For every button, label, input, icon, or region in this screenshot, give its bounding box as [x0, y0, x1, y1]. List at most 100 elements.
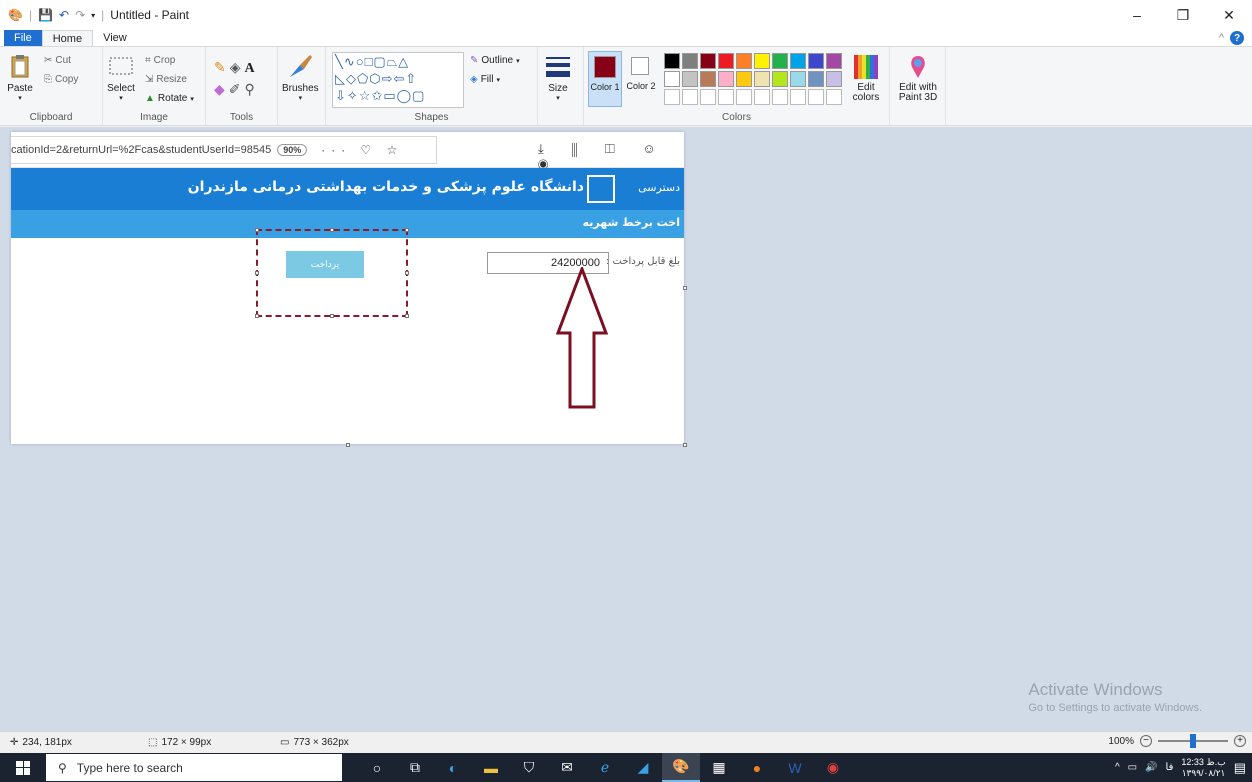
palette-swatch-empty[interactable]: [700, 89, 716, 105]
selection-rectangle[interactable]: [255, 228, 409, 318]
fill-bucket-icon[interactable]: ◈: [230, 59, 245, 75]
palette-swatch[interactable]: [826, 53, 842, 69]
start-button[interactable]: [0, 753, 46, 782]
cut-button[interactable]: ✂ Cut: [44, 55, 71, 66]
color2-button[interactable]: Color 2: [626, 51, 656, 107]
collapse-ribbon-icon[interactable]: ^: [1219, 32, 1224, 44]
minimize-button[interactable]: –: [1114, 0, 1160, 30]
palette-swatch-empty[interactable]: [754, 89, 770, 105]
outline-button[interactable]: ✎ Outline ▾: [470, 55, 520, 66]
brushes-button[interactable]: Brushes ▾: [282, 53, 319, 102]
zoom-in-icon[interactable]: +: [1234, 735, 1246, 747]
text-tool-icon[interactable]: A: [245, 61, 259, 76]
media-icon[interactable]: ◢: [624, 753, 662, 782]
palette-swatch[interactable]: [700, 53, 716, 69]
palette-swatch[interactable]: [790, 71, 806, 87]
internet-explorer-icon[interactable]: ℯ: [586, 753, 624, 782]
canvas-resize-handle-corner[interactable]: [683, 443, 687, 447]
palette-swatch-empty[interactable]: [682, 89, 698, 105]
color-picker-icon[interactable]: ✐: [229, 81, 245, 97]
volume-icon[interactable]: 🔊: [1145, 762, 1157, 773]
size-button[interactable]: Size ▾: [544, 53, 572, 102]
selection-handle-tl[interactable]: [255, 228, 259, 232]
save-icon[interactable]: 💾: [38, 8, 53, 22]
undo-icon[interactable]: ↶: [59, 8, 69, 22]
edit-with-paint3d-button[interactable]: Edit with Paint 3D: [896, 53, 940, 103]
selection-handle-r[interactable]: [405, 271, 409, 275]
selection-handle-tr[interactable]: [405, 228, 409, 232]
palette-swatch-empty[interactable]: [808, 89, 824, 105]
palette-swatch[interactable]: [808, 71, 824, 87]
palette-swatch[interactable]: [790, 53, 806, 69]
shapes-gallery[interactable]: ╲∿○□▢⏢△ ◺◇⬠⬡⇨⇦⇧ ⇩✧☆✩▭◯▢: [332, 52, 464, 108]
network-icon[interactable]: ▭: [1128, 762, 1137, 773]
palette-swatch[interactable]: [682, 53, 698, 69]
paint-taskbar-icon[interactable]: 🎨: [662, 753, 700, 782]
palette-swatch-empty[interactable]: [772, 89, 788, 105]
palette-swatch[interactable]: [718, 71, 734, 87]
color1-button[interactable]: Color 1: [588, 51, 622, 107]
customize-qat-icon[interactable]: ▾: [91, 11, 95, 20]
language-indicator[interactable]: فا: [1166, 762, 1174, 773]
canvas-resize-handle-right[interactable]: [683, 286, 687, 290]
close-button[interactable]: ✕: [1206, 0, 1252, 30]
store-icon[interactable]: ⛉: [510, 753, 548, 782]
word-icon[interactable]: W: [776, 753, 814, 782]
notifications-icon[interactable]: ▤: [1234, 760, 1246, 776]
file-explorer-icon[interactable]: ▬: [472, 753, 510, 782]
tray-chevron-icon[interactable]: ^: [1115, 762, 1120, 773]
select-button[interactable]: Select ▾: [107, 53, 135, 102]
palette-swatch[interactable]: [682, 71, 698, 87]
palette-swatch[interactable]: [700, 71, 716, 87]
selection-handle-t[interactable]: [330, 228, 334, 232]
magnifier-icon[interactable]: ⚲: [245, 81, 259, 97]
palette-swatch[interactable]: [664, 53, 680, 69]
palette-swatch[interactable]: [664, 71, 680, 87]
tab-file[interactable]: File: [4, 30, 42, 46]
firefox-icon[interactable]: ●: [738, 753, 776, 782]
fill-button[interactable]: ◈ Fill ▾: [470, 74, 500, 85]
palette-swatch[interactable]: [772, 53, 788, 69]
taskbar-search[interactable]: ⚲ Type here to search: [46, 754, 342, 781]
task-view-icon[interactable]: ⧉: [396, 753, 434, 782]
selection-handle-bl[interactable]: [255, 314, 259, 318]
tab-home[interactable]: Home: [41, 30, 94, 46]
palette-swatch[interactable]: [754, 53, 770, 69]
palette-swatch[interactable]: [736, 71, 752, 87]
edit-colors-button[interactable]: Edit colors: [848, 53, 884, 103]
palette-swatch[interactable]: [772, 71, 788, 87]
redo-icon[interactable]: ↷: [75, 8, 85, 22]
eraser-icon[interactable]: ◆: [214, 81, 229, 97]
drawing-canvas[interactable]: cationId=2&returnUrl=%2Fcas&studentUserI…: [11, 132, 684, 444]
selection-handle-b[interactable]: [330, 314, 334, 318]
palette-swatch-empty[interactable]: [790, 89, 806, 105]
palette-swatch[interactable]: [808, 53, 824, 69]
palette-swatch[interactable]: [736, 53, 752, 69]
palette-swatch-empty[interactable]: [664, 89, 680, 105]
resize-button[interactable]: ⇲ Resize: [145, 74, 187, 85]
canvas-resize-handle-bottom[interactable]: [346, 443, 350, 447]
mail-icon[interactable]: ✉: [548, 753, 586, 782]
pencil-icon[interactable]: ✎: [214, 59, 230, 75]
crop-button[interactable]: ⌗ Crop: [145, 55, 175, 66]
palette-swatch-empty[interactable]: [826, 89, 842, 105]
palette-swatch[interactable]: [754, 71, 770, 87]
copy-button[interactable]: ⎘ Copy: [44, 74, 78, 85]
zoom-slider-thumb[interactable]: [1190, 734, 1196, 748]
zoom-out-icon[interactable]: −: [1140, 735, 1152, 747]
calculator-icon[interactable]: ▦: [700, 753, 738, 782]
tab-view[interactable]: View: [93, 30, 137, 46]
edge-icon[interactable]: ◐: [434, 753, 472, 782]
zoom-slider[interactable]: [1158, 734, 1228, 748]
palette-swatch[interactable]: [718, 53, 734, 69]
help-icon[interactable]: ?: [1230, 31, 1244, 45]
palette-swatch[interactable]: [826, 71, 842, 87]
paste-button[interactable]: Paste ▾: [6, 53, 34, 102]
selection-handle-br[interactable]: [405, 314, 409, 318]
palette-swatch-empty[interactable]: [718, 89, 734, 105]
restore-button[interactable]: ❐: [1160, 0, 1206, 30]
palette-swatch-empty[interactable]: [736, 89, 752, 105]
cortana-icon[interactable]: ○: [358, 753, 396, 782]
rotate-button[interactable]: ▲ Rotate ▾: [145, 93, 194, 104]
clock[interactable]: 12:33 ب.ظ ۱۳۹۹/۰۸/۲۱: [1181, 757, 1225, 779]
